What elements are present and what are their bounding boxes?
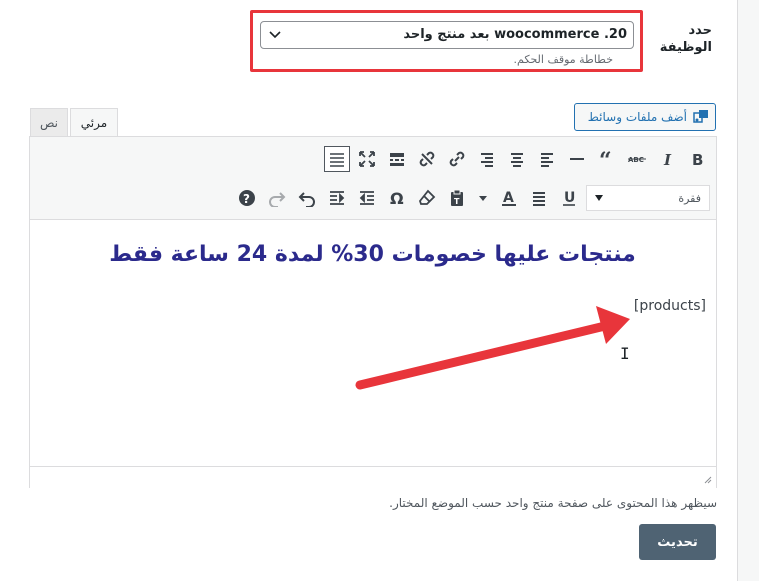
format-select-value: فقرة: [678, 192, 701, 205]
chevron-down-icon: [269, 31, 281, 39]
resize-handle-icon[interactable]: [704, 476, 712, 484]
text-color-dropdown-icon[interactable]: [476, 187, 490, 209]
outdent-icon[interactable]: [356, 187, 378, 209]
justify-icon[interactable]: [528, 187, 550, 209]
update-button[interactable]: تحديث: [639, 524, 716, 560]
annotation-arrow: [355, 306, 630, 390]
clear-formatting-icon[interactable]: [416, 187, 438, 209]
indent-icon[interactable]: [326, 187, 348, 209]
svg-text:I: I: [663, 151, 672, 168]
field-label: حدد الوظيفة: [659, 23, 712, 55]
svg-text:?: ?: [243, 192, 250, 206]
position-select-value: 20. woocommerce بعد منتج واحد: [403, 27, 627, 42]
horizontal-line-icon[interactable]: [566, 148, 588, 170]
fullscreen-icon[interactable]: [356, 148, 378, 170]
quote-icon[interactable]: “: [596, 148, 618, 170]
add-media-button[interactable]: أضف ملفات وسائط: [574, 103, 716, 131]
svg-text:“: “: [599, 150, 612, 168]
align-center-icon[interactable]: [506, 148, 528, 170]
tab-visual[interactable]: مرئي: [70, 108, 118, 136]
link-icon[interactable]: [446, 148, 468, 170]
svg-text:U: U: [564, 190, 575, 206]
italic-icon[interactable]: I: [656, 148, 678, 170]
strikethrough-icon[interactable]: ABC: [626, 148, 648, 170]
special-character-icon[interactable]: Ω: [386, 187, 408, 209]
text-color-icon[interactable]: A: [498, 187, 520, 209]
editor-content[interactable]: منتجات عليها خصومات 30% لمدة 24 ساعة فقط…: [30, 220, 716, 465]
editor-toolbar: B I ABC “ فقرة U A T Ω ?: [30, 137, 716, 220]
position-select[interactable]: 20. woocommerce بعد منتج واحد: [260, 21, 634, 49]
help-icon[interactable]: ?: [236, 187, 258, 209]
paste-text-icon[interactable]: T: [446, 187, 468, 209]
svg-text:T: T: [454, 197, 460, 206]
svg-text:Ω: Ω: [390, 189, 404, 207]
content-description: سيظهر هذا المحتوى على صفحة منتج واحد حسب…: [389, 496, 717, 510]
add-media-label: أضف ملفات وسائط: [587, 110, 687, 124]
read-more-icon[interactable]: [386, 148, 408, 170]
svg-text:A: A: [503, 190, 514, 206]
unlink-icon[interactable]: [416, 148, 438, 170]
right-gutter: [738, 0, 759, 581]
align-left-icon[interactable]: [536, 148, 558, 170]
underline-icon[interactable]: U: [558, 187, 580, 209]
format-select[interactable]: فقرة: [586, 185, 710, 211]
bold-icon[interactable]: B: [686, 148, 708, 170]
tab-text[interactable]: نص: [30, 108, 68, 136]
field-helper-text: خطاطة موقف الحكم.: [513, 53, 613, 66]
chevron-down-icon: [595, 195, 603, 201]
editor-statusbar: [30, 466, 716, 488]
text-cursor-icon: I: [620, 344, 630, 363]
svg-text:B: B: [692, 151, 703, 168]
toolbar-toggle-icon[interactable]: [324, 146, 350, 172]
undo-icon[interactable]: [296, 187, 318, 209]
editor: B I ABC “ فقرة U A T Ω ? منتجات عليها خص…: [29, 136, 717, 488]
align-right-icon[interactable]: [476, 148, 498, 170]
svg-text:ABC: ABC: [628, 156, 644, 164]
redo-icon[interactable]: [266, 187, 288, 209]
media-icon: [693, 110, 708, 123]
